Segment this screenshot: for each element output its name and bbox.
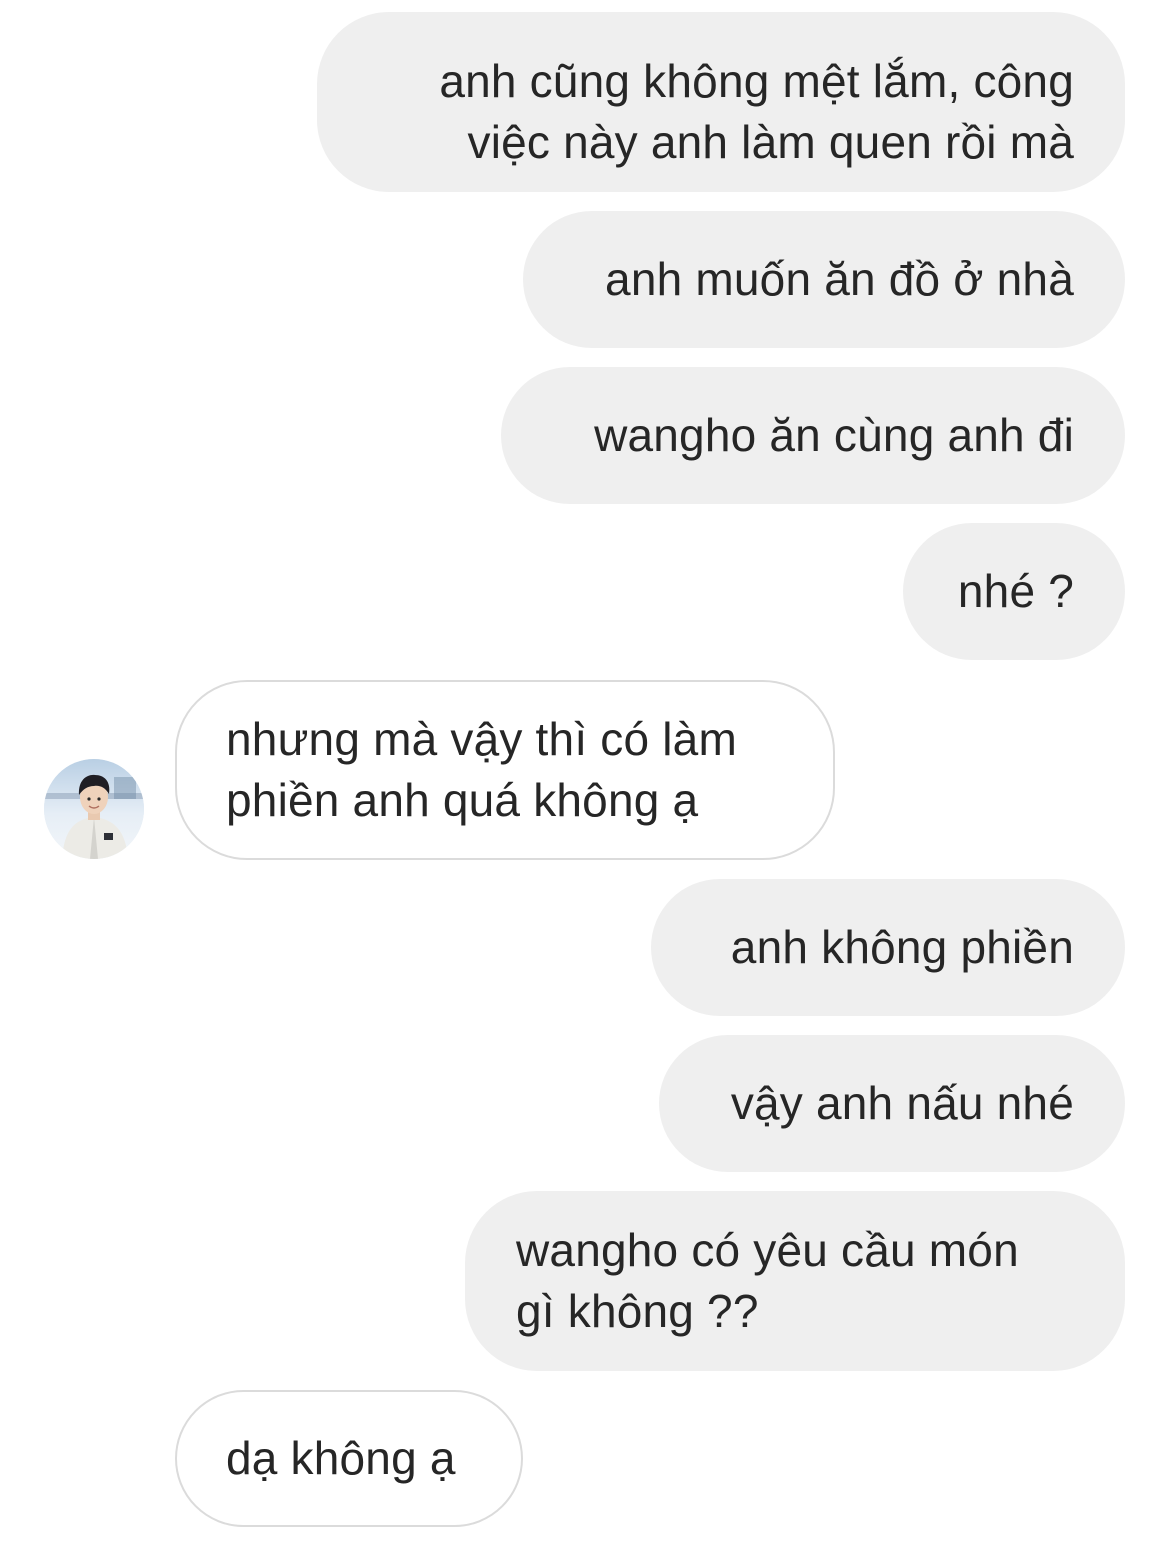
message-text-line: vậy anh nấu nhé [730,1077,1074,1129]
avatar-photo-icon [44,759,144,859]
message-text-line: phiền anh quá không ạ [226,774,699,826]
message-text-line: gì không ?? [516,1285,759,1337]
message-bubble-outgoing[interactable]: wangho có yêu cầu món gì không ?? [465,1191,1125,1371]
message-text-line: anh muốn ăn đồ ở nhà [605,253,1074,305]
message-text-line: nhưng mà vậy thì có làm [226,713,737,765]
message-bubble-outgoing[interactable]: anh cũng không mệt lắm, công việc này an… [317,12,1125,192]
message-bubble-outgoing[interactable]: anh muốn ăn đồ ở nhà [523,211,1125,348]
message-bubble-outgoing[interactable]: vậy anh nấu nhé [659,1035,1125,1172]
contact-avatar-icon[interactable] [44,759,144,859]
message-text-line: anh không phiền [730,921,1074,973]
message-text-line: việc này anh làm quen rồi mà [467,116,1074,168]
message-bubble-incoming[interactable]: dạ không ạ [175,1390,523,1527]
message-bubble-incoming[interactable]: nhưng mà vậy thì có làm phiền anh quá kh… [175,680,835,860]
message-bubble-outgoing[interactable]: wangho ăn cùng anh đi [501,367,1125,504]
message-text-line: wangho có yêu cầu món [516,1224,1019,1276]
message-text-line: nhé ? [957,565,1074,617]
message-bubble-outgoing[interactable]: anh không phiền [651,879,1125,1016]
message-text-line: anh cũng không mệt lắm, công [439,55,1074,107]
message-text-line: dạ không ạ [226,1432,456,1484]
message-bubble-outgoing[interactable]: nhé ? [903,523,1125,660]
message-text-line: wangho ăn cùng anh đi [594,409,1074,461]
